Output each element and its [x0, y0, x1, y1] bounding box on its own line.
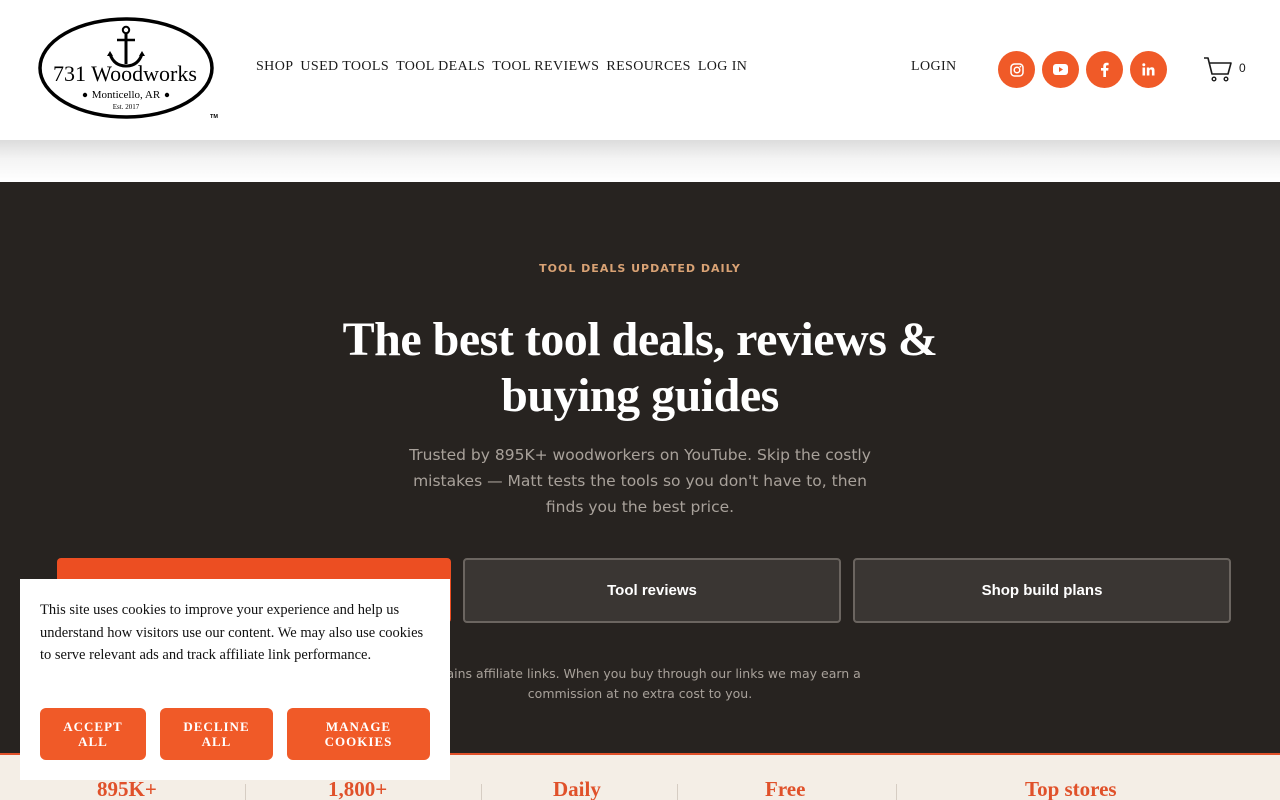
manage-cookies-button[interactable]: MANAGE COOKIES [287, 708, 430, 760]
facebook-button[interactable] [1086, 51, 1123, 88]
stat-daily: Daily [553, 777, 601, 800]
hero-subtitle: Trusted by 895K+ woodworkers on YouTube.… [409, 446, 871, 516]
linkedin-icon [1142, 63, 1155, 76]
linkedin-button[interactable] [1130, 51, 1167, 88]
instagram-icon [1009, 62, 1024, 77]
cart-count: 0 [1239, 61, 1246, 75]
hero-headline: The best tool deals, reviews & buying gu… [342, 313, 938, 422]
cart-icon [1204, 57, 1232, 82]
nav-used-tools[interactable]: USED TOOLS [300, 59, 389, 75]
nav-resources[interactable]: RESOURCES [606, 59, 691, 75]
login-link[interactable]: LOGIN [911, 59, 957, 75]
site-logo[interactable]: 731 Woodworks Monticello, AR Est. 2017 T… [36, 16, 218, 126]
logo-trademark: TM [210, 114, 218, 120]
hero-kicker: TOOL DEALS UPDATED DAILY [539, 262, 741, 275]
logo-location: Monticello, AR [92, 89, 161, 101]
logo-established: Est. 2017 [113, 103, 140, 111]
social-links [998, 51, 1167, 88]
accept-all-button[interactable]: ACCEPT ALL [40, 708, 146, 760]
affiliate-disclaimer: contains affiliate links. When you buy t… [419, 666, 861, 701]
stat-divider [481, 784, 482, 800]
cookie-message: This site uses cookies to improve your e… [40, 602, 424, 663]
header-shadow [0, 140, 1280, 182]
logo-emblem: 731 Woodworks Monticello, AR Est. 2017 T… [38, 17, 218, 120]
nav-log-in[interactable]: LOG IN [698, 59, 747, 75]
logo-name: 731 Woodworks [53, 61, 197, 86]
youtube-button[interactable] [1042, 51, 1079, 88]
main-nav: SHOP USED TOOLS TOOL DEALS TOOL REVIEWS … [256, 59, 747, 75]
site-header: 731 Woodworks Monticello, AR Est. 2017 T… [0, 0, 1280, 140]
stat-divider [677, 784, 678, 800]
youtube-icon [1053, 64, 1068, 75]
stat-divider [896, 784, 897, 800]
instagram-button[interactable] [998, 51, 1035, 88]
cart-button[interactable] [1203, 55, 1233, 83]
shop-build-plans-button[interactable]: Shop build plans [853, 558, 1231, 623]
nav-shop[interactable]: SHOP [256, 59, 293, 75]
stat-free: Free [765, 777, 806, 800]
stat-subscribers: 895K+ [97, 777, 157, 800]
stat-top-stores: Top stores [1025, 777, 1117, 800]
tool-reviews-button[interactable]: Tool reviews [463, 558, 841, 623]
decline-all-button[interactable]: DECLINE ALL [160, 708, 273, 760]
stat-divider [245, 784, 246, 800]
nav-tool-deals[interactable]: TOOL DEALS [396, 59, 485, 75]
facebook-icon [1101, 62, 1109, 77]
stat-count: 1,800+ [328, 777, 388, 800]
nav-tool-reviews[interactable]: TOOL REVIEWS [492, 59, 599, 75]
cookie-banner: This site uses cookies to improve your e… [20, 579, 450, 780]
